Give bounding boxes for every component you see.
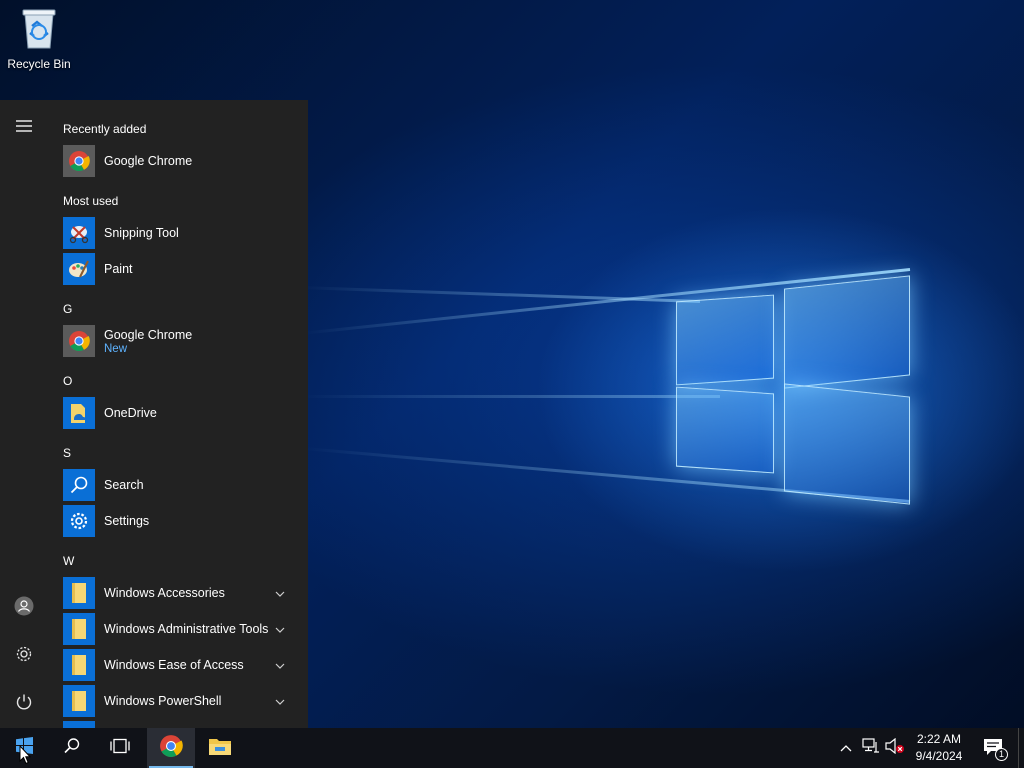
clock-date: 9/4/2024 [915,749,963,763]
volume-button[interactable] [884,728,906,768]
app-name: Windows Ease of Access [104,658,244,672]
app-google-chrome-recent[interactable]: Google Chrome [63,144,295,178]
gear-icon [15,645,33,668]
recycle-bin-shortcut[interactable]: Recycle Bin [4,6,74,76]
search-icon [63,469,95,501]
folder-icon [63,685,95,717]
gear-icon [63,505,95,537]
user-icon [14,596,34,621]
task-view-icon [109,738,131,759]
taskbar-file-explorer-button[interactable] [196,728,244,768]
app-name: Settings [104,514,150,528]
chrome-icon [63,325,95,357]
user-account-button[interactable] [0,588,48,628]
network-icon [862,737,880,759]
task-view-button[interactable] [96,728,144,768]
app-search[interactable]: Search [63,468,295,502]
folder-windows-ease-of-access[interactable]: Windows Ease of Access [63,648,295,682]
power-button[interactable] [0,684,48,724]
group-header-s[interactable]: S [63,446,71,460]
new-badge: New [104,342,128,355]
hamburger-icon [16,119,32,137]
folder-icon [63,649,95,681]
notification-count-badge: 1 [995,748,1008,761]
chrome-icon [159,734,183,763]
folder-windows-administrative-tools[interactable]: Windows Administrative Tools [63,612,295,646]
chevron-down-icon [275,620,285,638]
taskbar-clock[interactable]: 2:22 AM 9/4/2024 [904,730,974,766]
clock-time: 2:22 AM [916,732,962,746]
recycle-bin-label: Recycle Bin [7,57,71,71]
recycle-bin-icon [20,6,58,53]
group-header-most-used: Most used [63,194,119,208]
app-settings[interactable]: Settings [63,504,295,538]
folder-windows-partial[interactable] [63,720,295,728]
folder-icon [63,613,95,645]
app-google-chrome[interactable]: Google Chrome New [63,324,295,358]
group-header-g[interactable]: G [63,302,72,316]
app-snipping-tool[interactable]: Snipping Tool [63,216,295,250]
file-explorer-icon [208,736,232,761]
start-menu: Recently added Google Chrome Most used S… [0,100,308,728]
group-header-recently-added: Recently added [63,122,147,136]
taskbar: 2:22 AM 9/4/2024 1 [0,728,1024,768]
expand-menu-button[interactable] [0,108,48,148]
app-name: Snipping Tool [104,226,179,240]
group-header-o[interactable]: O [63,374,72,388]
chevron-down-icon [275,656,285,674]
app-name: Windows Accessories [104,586,225,600]
taskbar-search-button[interactable] [48,728,96,768]
notification-icon: 1 [983,738,1008,761]
mouse-cursor [19,744,32,768]
app-name: OneDrive [104,406,157,420]
folder-windows-powershell[interactable]: Windows PowerShell [63,684,295,718]
show-hidden-icons-button[interactable] [836,728,856,768]
app-list: Recently added Google Chrome Most used S… [48,100,308,728]
settings-button[interactable] [0,636,48,676]
app-name: Google Chrome [104,327,193,342]
onedrive-icon [63,397,95,429]
action-center-button[interactable]: 1 [978,728,1010,768]
chevron-up-icon [840,739,852,757]
app-name: Paint [104,262,133,276]
search-icon [63,737,81,760]
paint-icon [63,253,95,285]
folder-icon [63,577,95,609]
power-icon [15,693,33,716]
chevron-down-icon [275,584,285,602]
volume-muted-icon [885,737,905,759]
taskbar-chrome-button[interactable] [147,728,195,768]
app-paint[interactable]: Paint [63,252,295,286]
group-header-w[interactable]: W [63,554,74,568]
snipping-tool-icon [63,217,95,249]
start-menu-rail [0,100,48,728]
chrome-icon [63,145,95,177]
app-onedrive[interactable]: OneDrive [63,396,295,430]
folder-icon [63,721,95,728]
network-button[interactable] [860,728,882,768]
chevron-down-icon [275,692,285,710]
show-desktop-button[interactable] [1018,728,1024,768]
app-name: Search [104,478,144,492]
app-name: Google Chrome [104,154,193,168]
app-name: Windows Administrative Tools [104,622,269,636]
app-name: Windows PowerShell [104,694,222,708]
folder-windows-accessories[interactable]: Windows Accessories [63,576,295,610]
